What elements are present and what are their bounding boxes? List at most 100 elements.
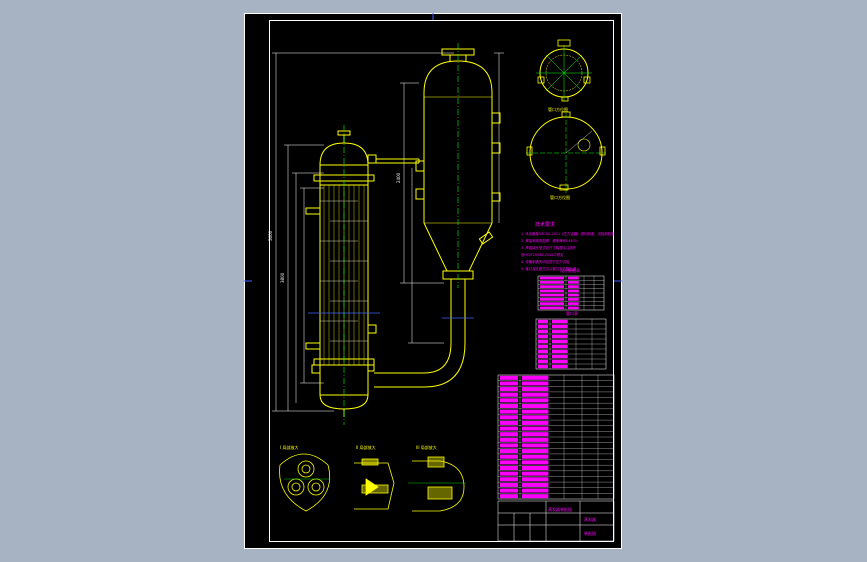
heat-exchanger xyxy=(305,130,419,417)
table-cell-text xyxy=(500,398,518,403)
table-cell-text xyxy=(500,488,518,493)
table-cell-text xyxy=(522,381,549,386)
note-line: 2. 焊接采用电弧焊，焊条牌号E4303 xyxy=(521,238,577,243)
table-cell-text xyxy=(522,375,549,380)
table-cell-text xyxy=(538,334,548,339)
table-cell-text xyxy=(522,387,549,392)
note-line: 按HG/T20583-2011中规定 xyxy=(521,252,564,257)
note-line: 1. 本设备按GB150-2011《压力容器》进行制造、试验和验收 xyxy=(521,231,615,236)
detail-3-label: III 局部放大 xyxy=(416,444,437,450)
table-cell-text xyxy=(552,339,568,344)
table-cell-text xyxy=(500,460,518,465)
nozzle-top-view-label: 管口方位图 xyxy=(548,106,568,112)
parts-list-table xyxy=(497,374,615,500)
title-block-drawing-no: 装配图 xyxy=(584,530,596,536)
table-cell-text xyxy=(552,359,568,364)
table-cell-text xyxy=(522,420,549,425)
table-cell-text xyxy=(552,364,568,369)
detail-3-flange xyxy=(408,456,466,512)
table-cell-text xyxy=(522,415,549,420)
table-cell-text xyxy=(522,437,549,442)
table-cell-text xyxy=(522,482,549,487)
table-cell-text xyxy=(500,471,518,476)
detail-2-label: II 局部放大 xyxy=(356,444,376,450)
table-cell-text xyxy=(522,471,549,476)
technical-notes: 1. 本设备按GB150-2011《压力容器》进行制造、试验和验收 2. 焊接采用… xyxy=(521,231,615,271)
table-cell-text xyxy=(538,354,548,359)
table-cell-text xyxy=(568,276,579,280)
table-cell-text xyxy=(500,432,518,437)
table-cell-text xyxy=(568,306,579,310)
table-cell-text xyxy=(568,285,579,288)
table-cell-text xyxy=(538,319,548,324)
notes-title: 技术要求 xyxy=(535,221,555,228)
note-line: 3. 焊接接头型式及尺寸除图中注明外 xyxy=(521,245,577,250)
table-cell-text xyxy=(500,482,518,487)
cad-viewport: 5600 3800 2400 管口方位图 管口方位图 技术要求 1. 本设备按G… xyxy=(0,0,867,562)
table-cell-text xyxy=(500,426,518,431)
table-cell-text xyxy=(540,276,564,280)
table-cell-text xyxy=(538,364,548,369)
dim-text-1: 5600 xyxy=(268,230,273,241)
separator-vessel xyxy=(374,48,501,388)
table-cell-text xyxy=(522,409,549,414)
drawing-sheet: 5600 3800 2400 管口方位图 管口方位图 技术要求 1. 本设备按G… xyxy=(234,13,632,549)
table-cell-text xyxy=(500,381,518,386)
table-cell-text xyxy=(500,409,518,414)
table-cell-text xyxy=(552,329,568,334)
table-cell-text xyxy=(522,460,549,465)
assembly-drawing: 5600 3800 2400 管口方位图 管口方位图 技术要求 1. 本设备按G… xyxy=(234,13,632,549)
title-block-name: 蒸发器 xyxy=(584,516,596,522)
detail-1-label: I 局部放大 xyxy=(280,444,298,450)
table-cell-text xyxy=(522,392,549,397)
dim-text-3: 2400 xyxy=(396,172,401,183)
table-cell-text xyxy=(500,403,518,409)
table-cell-text xyxy=(500,465,518,471)
table-cell-text xyxy=(500,375,518,380)
table-cell-text xyxy=(538,359,548,364)
table-cell-text xyxy=(568,289,579,293)
table-cell-text xyxy=(568,281,579,284)
dim-text-2: 3800 xyxy=(280,272,285,283)
table-cell-text xyxy=(538,324,548,329)
table-cell-text xyxy=(538,339,548,344)
table-cell-text xyxy=(552,354,568,359)
table-cell-text xyxy=(500,494,518,499)
detail-2-weld xyxy=(354,458,395,510)
table-cell-text xyxy=(552,334,568,339)
table-cell-text xyxy=(500,454,518,459)
table-cell-text xyxy=(500,415,518,420)
table-cell-text xyxy=(540,306,564,310)
table-cell-text xyxy=(552,349,568,354)
dimension-lines xyxy=(272,52,504,412)
table-cell-text xyxy=(522,477,549,482)
table-cell-text xyxy=(538,344,548,349)
detail-1-tube-layout xyxy=(279,453,331,512)
table-cell-text xyxy=(522,488,549,493)
table-cell-text xyxy=(568,293,579,297)
note-line: 4. 设备制造完毕后进行压力试验 xyxy=(521,259,570,264)
table-cell-text xyxy=(522,494,549,499)
table-cell-text xyxy=(540,298,564,301)
table-cell-text xyxy=(522,449,549,454)
table-cell-text xyxy=(540,281,564,284)
nozzle-bottom-view xyxy=(526,111,606,193)
table-cell-text xyxy=(522,426,549,431)
table-cell-text xyxy=(540,289,564,293)
design-data-table xyxy=(537,275,605,311)
table-cell-text xyxy=(522,454,549,459)
table-cell-text xyxy=(500,437,518,442)
table-cell-text xyxy=(500,449,518,454)
table-cell-text xyxy=(538,329,548,334)
nozzle-top-view xyxy=(536,39,592,102)
title-block-designer: 蒸发器装配图 xyxy=(548,506,572,512)
table-cell-text xyxy=(522,403,549,409)
table-cell-text xyxy=(500,477,518,482)
table-cell-text xyxy=(552,324,568,329)
table-cell-text xyxy=(522,465,549,471)
nozzle-table-title: 管口表 xyxy=(566,310,578,316)
table-cell-text xyxy=(522,432,549,437)
table-cell-text xyxy=(500,387,518,392)
table-cell-text xyxy=(500,443,518,448)
table-cell-text xyxy=(540,302,564,305)
